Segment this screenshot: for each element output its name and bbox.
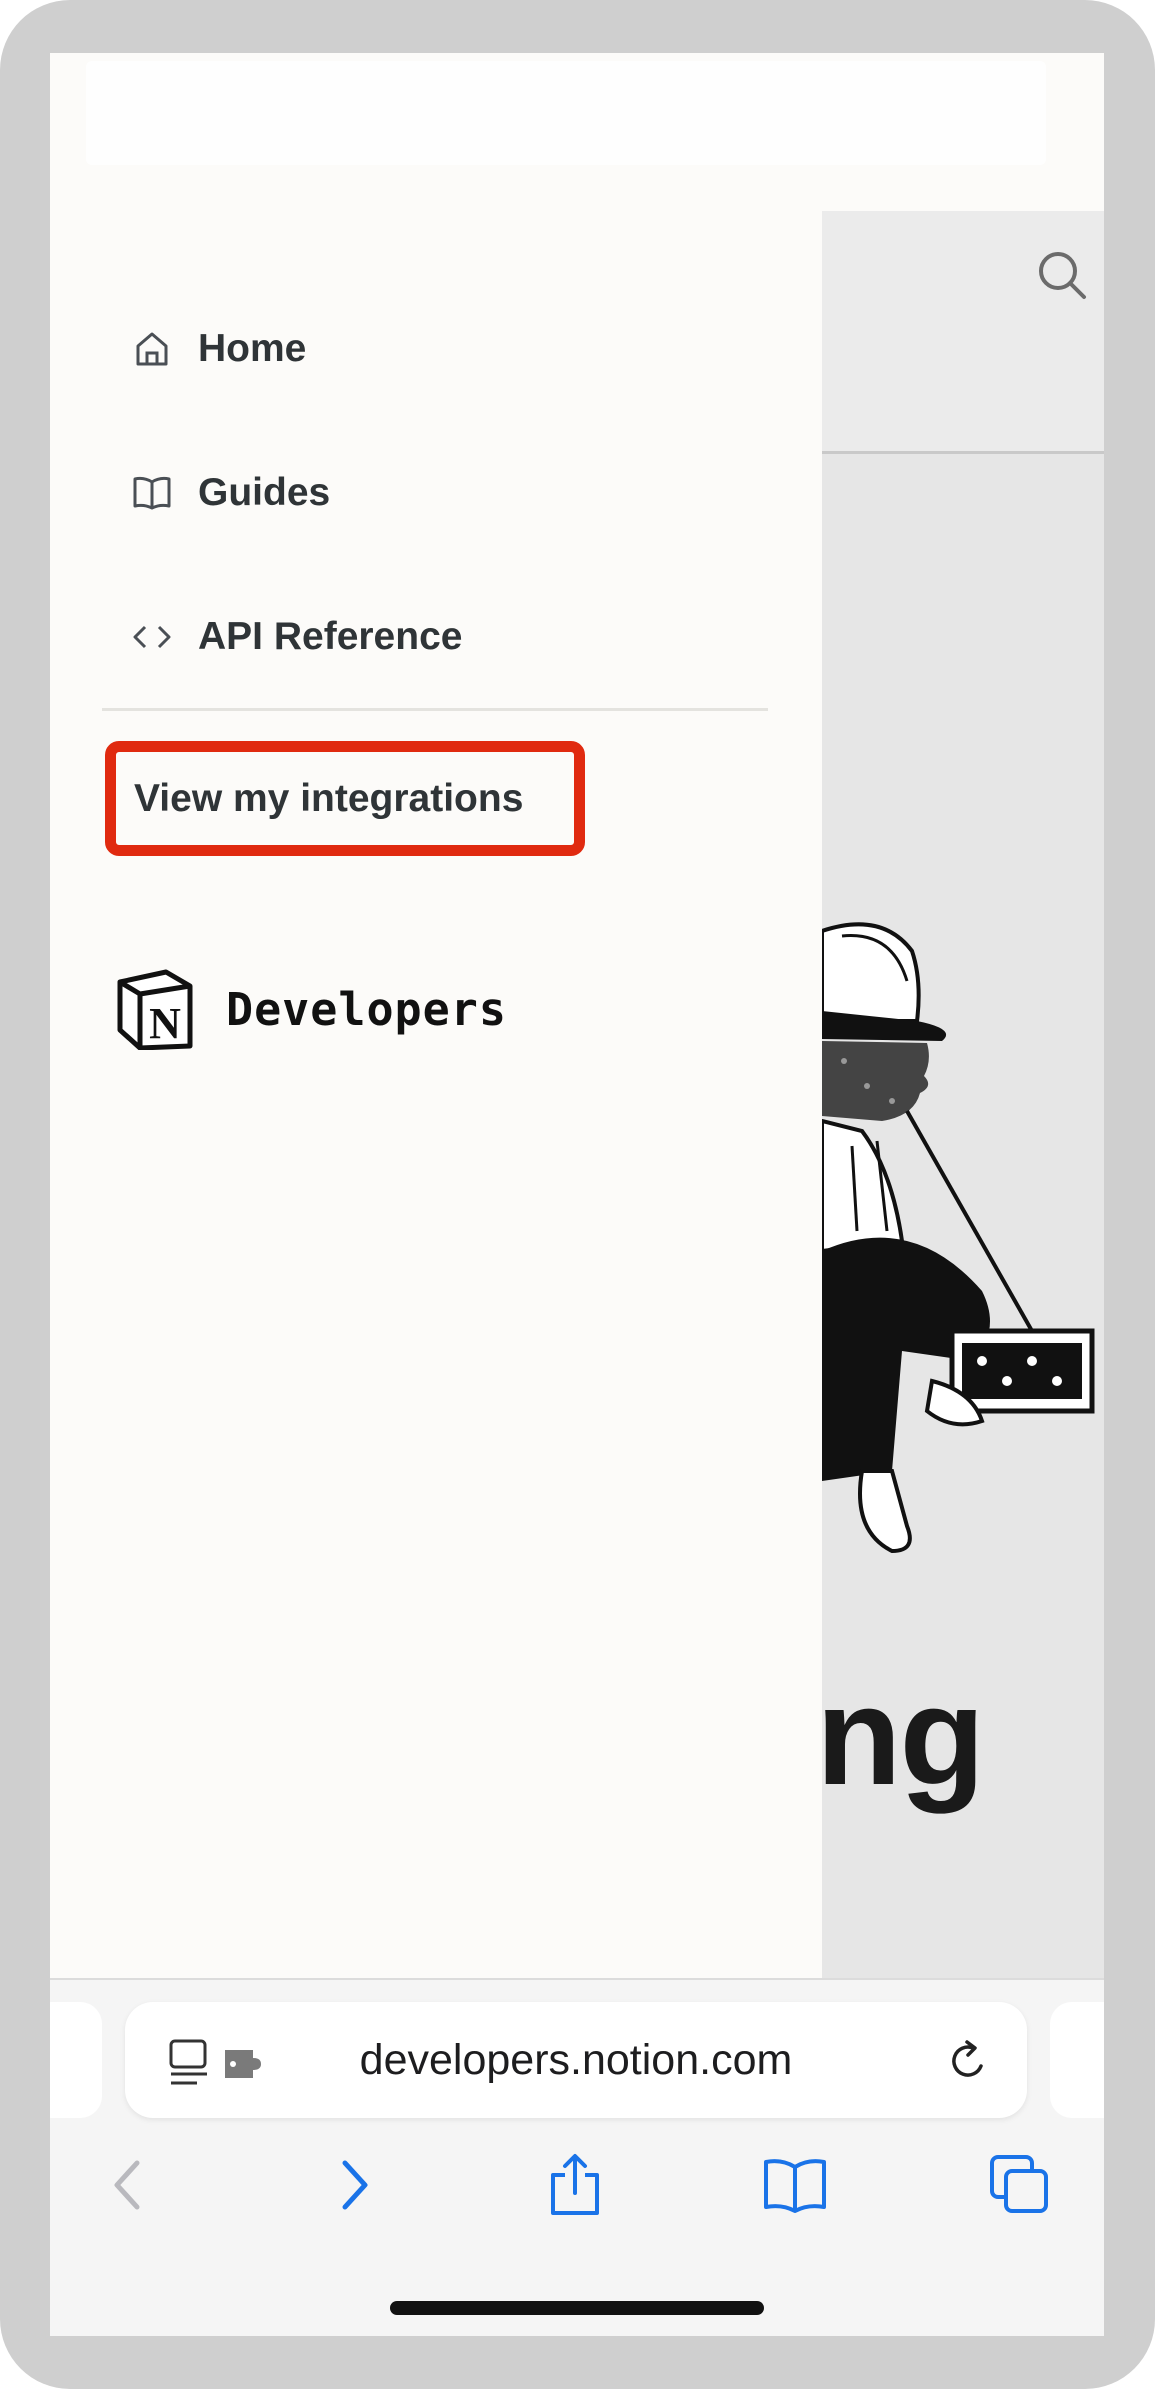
nav-item-guides[interactable]: Guides [130, 458, 330, 528]
reload-icon[interactable] [943, 2036, 993, 2086]
share-icon [551, 2154, 599, 2215]
worker-illustration [822, 922, 1095, 1554]
nav-item-api-reference[interactable]: API Reference [130, 602, 462, 672]
forward-button[interactable] [320, 2150, 390, 2220]
view-integrations-label: View my integrations [134, 776, 524, 820]
brand-link[interactable]: N Developers [114, 966, 507, 1052]
bookmarks-button[interactable] [760, 2150, 830, 2220]
navigation-drawer: Home Guides API Reference View my integr… [50, 211, 822, 1978]
page-header [822, 211, 1104, 454]
tabs-button[interactable] [985, 2150, 1055, 2220]
nav-item-label: API Reference [198, 615, 463, 658]
home-icon [130, 327, 174, 371]
device-frame: ng Home Guides API Reference View my int… [0, 0, 1155, 2389]
forward-icon [342, 2160, 368, 2210]
previous-tab-pill[interactable] [50, 2002, 102, 2118]
back-button[interactable] [92, 2150, 162, 2220]
browser-bottom-bar: developers.notion.com [50, 1978, 1104, 2336]
notion-logo-icon: N [117, 969, 193, 1050]
nav-item-home[interactable]: Home [130, 314, 306, 384]
divider [102, 708, 768, 711]
svg-text:N: N [149, 999, 181, 1048]
address-bar[interactable]: developers.notion.com [125, 2002, 1027, 2118]
bookmarks-icon [764, 2159, 826, 2213]
tabs-icon [990, 2155, 1048, 2213]
view-integrations-link[interactable]: View my integrations [105, 741, 585, 856]
screen: ng Home Guides API Reference View my int… [50, 53, 1104, 2336]
nav-item-label: Guides [198, 471, 331, 514]
home-indicator [390, 2301, 764, 2315]
back-icon [114, 2160, 140, 2210]
hero-heading-fragment: ng [822, 1657, 985, 1814]
book-icon [130, 471, 174, 515]
code-icon [130, 615, 174, 659]
nav-item-label: Home [198, 327, 307, 370]
next-tab-pill[interactable] [1050, 2002, 1104, 2118]
page-content: ng [822, 211, 1104, 1978]
url-text: developers.notion.com [359, 2035, 793, 2084]
brand-text: Developers [226, 982, 507, 1036]
share-button[interactable] [540, 2150, 610, 2220]
search-icon[interactable] [1034, 247, 1090, 303]
status-bar-area [86, 61, 1046, 165]
